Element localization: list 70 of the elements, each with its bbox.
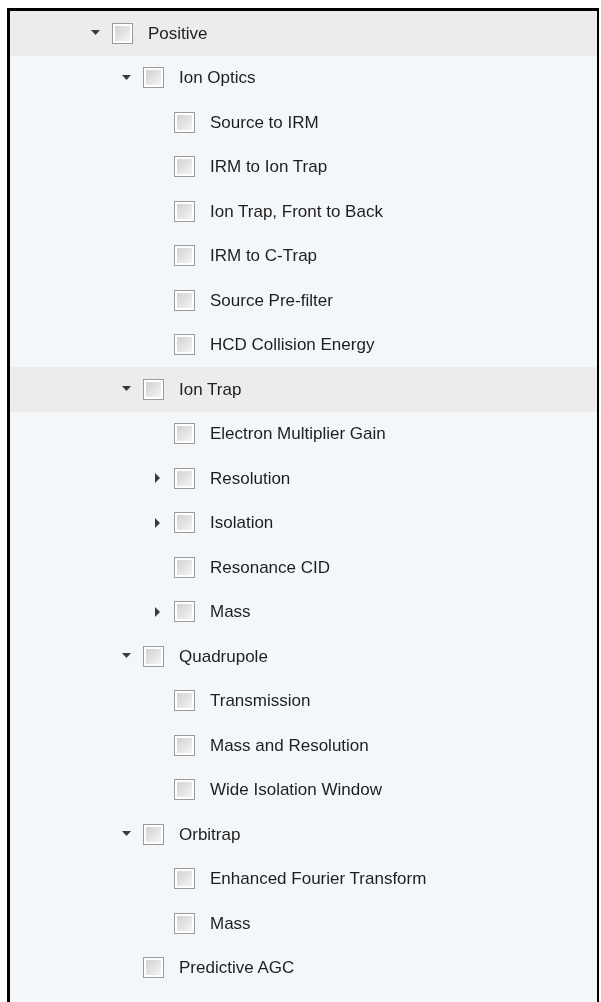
item-label: Mass — [210, 601, 251, 623]
checkbox[interactable] — [174, 690, 195, 712]
checkbox[interactable] — [143, 823, 164, 845]
item-label: Isolation — [210, 512, 274, 534]
checkbox[interactable] — [112, 22, 133, 44]
tree-item[interactable]: Predictive AGC — [10, 945, 597, 990]
tree-item[interactable]: Positive — [10, 11, 597, 56]
checkbox[interactable] — [174, 912, 195, 934]
item-label: Positive — [148, 22, 208, 45]
item-label: Resonance CID — [210, 556, 330, 579]
item-label: Transmission — [210, 690, 311, 712]
checkbox[interactable] — [174, 156, 195, 178]
item-label: Mass and Resolution — [210, 734, 369, 757]
item-label: IRM to Ion Trap — [210, 156, 328, 178]
item-label: Quadrupole — [179, 645, 268, 668]
checkbox[interactable] — [174, 200, 195, 222]
item-label: Mass — [210, 912, 251, 935]
tree-item[interactable]: IRM to C-Trap — [10, 233, 597, 278]
tree-item[interactable]: Transmission — [10, 678, 597, 723]
item-label: Ion Trap, Front to Back — [210, 200, 383, 223]
expand-arrow-icon[interactable] — [153, 517, 163, 528]
tree-item[interactable]: Mass — [10, 589, 597, 634]
checkbox[interactable] — [174, 111, 195, 133]
item-label: Ion Trap — [179, 378, 242, 401]
checkbox[interactable] — [174, 868, 195, 890]
tree-item[interactable]: Ion Optics — [10, 55, 597, 100]
item-label: Ion Optics — [179, 67, 256, 89]
tree-item[interactable]: Source Pre-filter — [10, 278, 597, 323]
checkbox[interactable] — [174, 245, 195, 267]
checkbox[interactable] — [174, 556, 195, 578]
checkbox[interactable] — [174, 289, 195, 311]
tree-item[interactable]: Orbitrap — [10, 812, 597, 857]
tree-item[interactable]: Ion Trap — [10, 367, 597, 412]
expand-arrow-icon[interactable] — [153, 606, 163, 617]
tree-item[interactable]: Mass — [10, 901, 597, 946]
tree-item[interactable]: Resolution — [10, 456, 597, 501]
tree-item[interactable]: Resonance CID — [10, 545, 597, 590]
item-label: Source Pre-filter — [210, 289, 333, 312]
checkbox[interactable] — [174, 779, 195, 801]
checkbox[interactable] — [143, 645, 164, 667]
item-label: Wide Isolation Window — [210, 779, 382, 801]
checkbox[interactable] — [143, 378, 164, 400]
tree-item[interactable]: IRM to Ion Trap — [10, 144, 597, 189]
tree-item[interactable]: Quadrupole — [10, 634, 597, 679]
tree-item[interactable]: Mass and Resolution — [10, 723, 597, 768]
item-label: Enhanced Fourier Transform — [210, 868, 427, 890]
tree-item[interactable]: HCD Collision Energy — [10, 322, 597, 367]
tree-item[interactable]: Source to IRM — [10, 100, 597, 145]
checkbox[interactable] — [143, 67, 164, 89]
checkbox[interactable] — [174, 734, 195, 756]
item-label: Source to IRM — [210, 111, 319, 134]
item-label: Resolution — [210, 467, 291, 490]
checkbox[interactable] — [174, 334, 195, 356]
item-label: IRM to C-Trap — [210, 245, 318, 267]
tree-item[interactable]: Isolation — [10, 500, 597, 545]
checkbox[interactable] — [174, 423, 195, 445]
collapse-arrow-icon[interactable] — [122, 72, 132, 83]
item-label: Predictive AGC — [179, 957, 295, 979]
tree-item[interactable]: Wide Isolation Window — [10, 767, 597, 812]
checkbox[interactable] — [174, 601, 195, 623]
tree-item[interactable]: Ion Trap, Front to Back — [10, 189, 597, 234]
item-label: HCD Collision Energy — [210, 334, 375, 356]
item-label: Orbitrap — [179, 823, 241, 846]
checkbox[interactable] — [174, 467, 195, 489]
tree-item[interactable]: Enhanced Fourier Transform — [10, 856, 597, 901]
tree-item[interactable]: Electron Multiplier Gain — [10, 411, 597, 456]
checkbox[interactable] — [143, 957, 164, 979]
checkbox[interactable] — [174, 512, 195, 534]
item-label: Electron Multiplier Gain — [210, 423, 386, 445]
expand-arrow-icon[interactable] — [153, 473, 163, 484]
